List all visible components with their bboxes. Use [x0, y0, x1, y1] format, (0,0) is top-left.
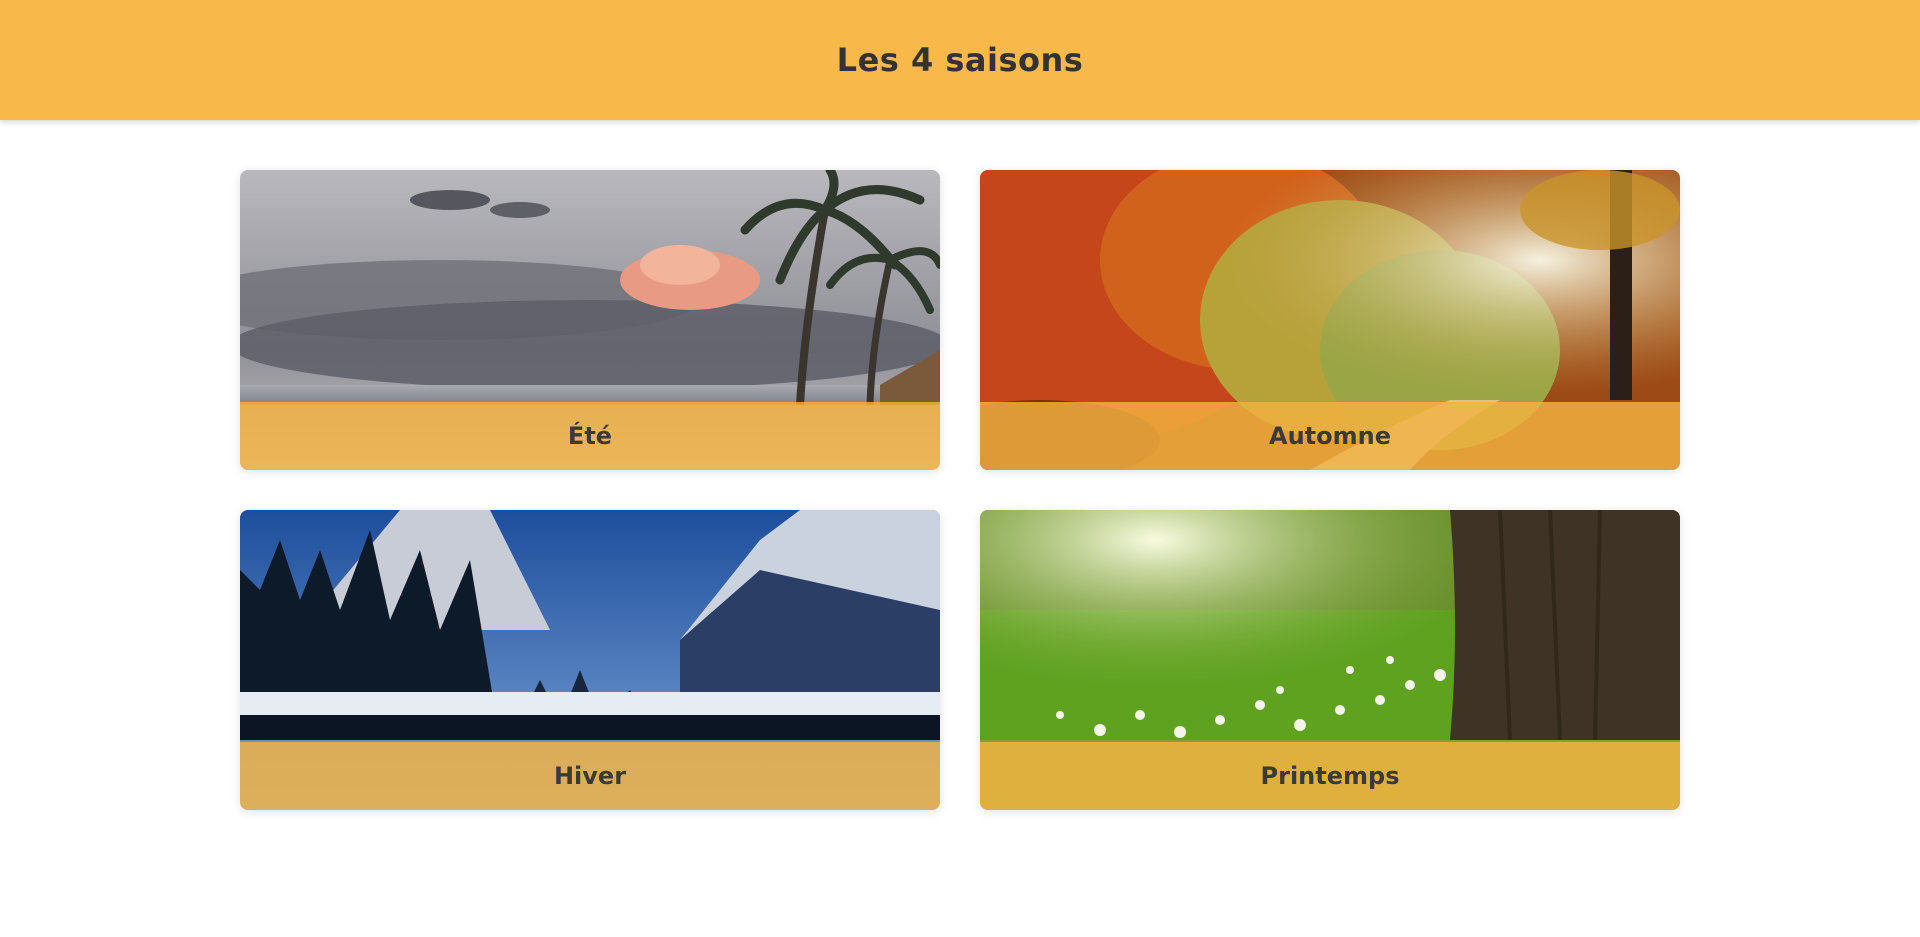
season-label-printemps: Printemps: [980, 742, 1680, 810]
page-title: Les 4 saisons: [836, 41, 1084, 79]
page-header: Les 4 saisons: [0, 0, 1920, 120]
season-card-hiver[interactable]: Hiver: [240, 510, 940, 810]
seasons-grid: Été Automne Hiver Printemps: [240, 170, 1680, 810]
season-label-hiver: Hiver: [240, 742, 940, 810]
season-label-ete: Été: [240, 402, 940, 470]
season-label-automne: Automne: [980, 402, 1680, 470]
season-card-automne[interactable]: Automne: [980, 170, 1680, 470]
season-card-printemps[interactable]: Printemps: [980, 510, 1680, 810]
season-card-ete[interactable]: Été: [240, 170, 940, 470]
